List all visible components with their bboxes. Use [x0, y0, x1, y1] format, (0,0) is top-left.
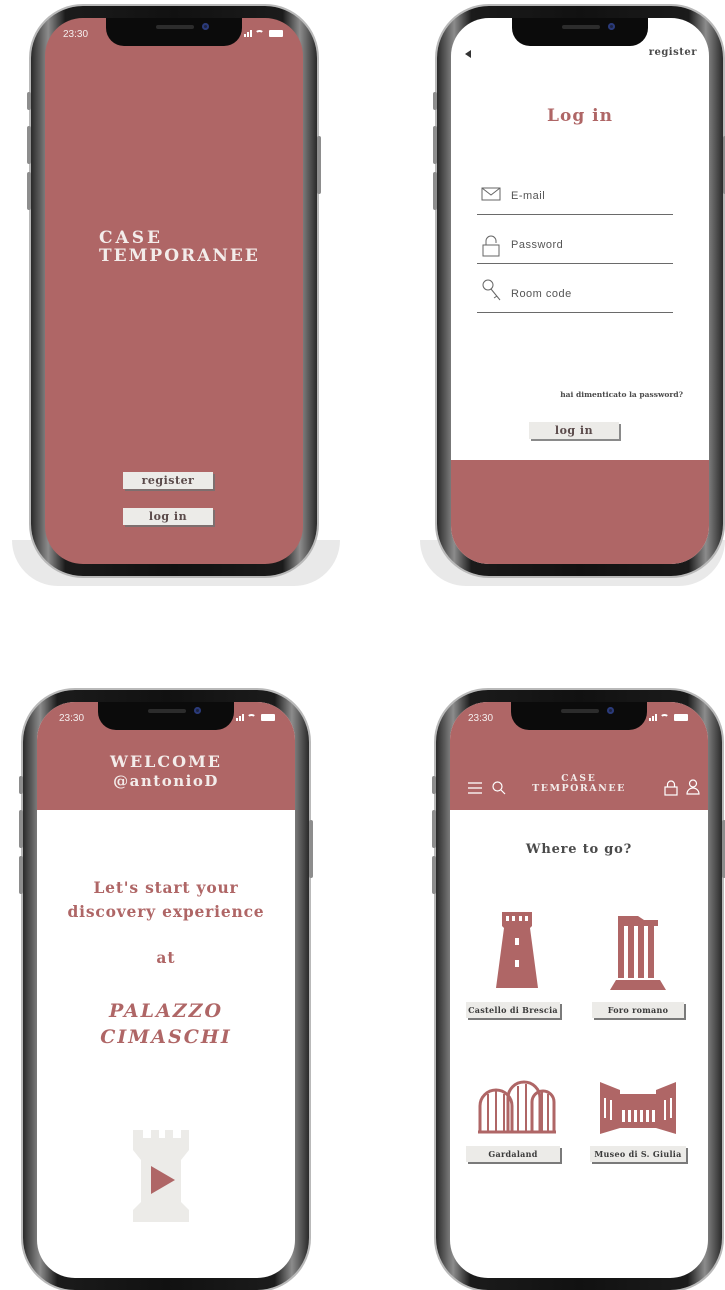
splash-screen: 23:30 CASE TEMPORANEE register log in	[45, 18, 303, 564]
status-time: 23:30	[63, 29, 89, 40]
explore-title: Where to go?	[525, 842, 633, 857]
register-button[interactable]: register	[123, 472, 213, 489]
status-icons	[649, 713, 688, 721]
password-placeholder: Password	[511, 239, 564, 251]
key-icon	[482, 279, 501, 301]
app-logo: CASE TEMPORANEE	[99, 230, 279, 265]
login-button[interactable]: log in	[123, 508, 213, 525]
back-arrow-icon[interactable]	[465, 50, 471, 58]
welcome-at: at	[156, 948, 176, 967]
place-label: Castello di Brescia	[466, 1002, 560, 1018]
phone-welcome: 23:30 WELCOME @antonioD Let's start your…	[19, 690, 313, 1290]
lock-icon	[482, 235, 500, 257]
battery-icon	[269, 30, 283, 37]
place-label: Gardaland	[466, 1146, 560, 1162]
login-screen: register Log in E-mail Password Room cod…	[451, 18, 709, 564]
welcome-greeting: WELCOME	[110, 752, 222, 771]
logo-line2: TEMPORANEE	[99, 246, 260, 266]
place-label: Foro romano	[592, 1002, 684, 1018]
place-card-foro[interactable]: Foro romano	[590, 912, 690, 1032]
login-footer-band	[451, 460, 709, 564]
status-icons	[236, 713, 275, 721]
forgot-password-link[interactable]: hai dimenticato la password?	[451, 390, 709, 399]
museum-cloister-icon	[600, 1082, 676, 1134]
wifi-icon	[660, 714, 669, 721]
mail-icon	[481, 187, 501, 201]
status-time: 23:30	[59, 713, 85, 724]
login-submit-button[interactable]: log in	[529, 422, 619, 439]
logo-line1: CASE	[99, 228, 163, 248]
phone-splash: 23:30 CASE TEMPORANEE register log in	[27, 6, 321, 576]
wifi-icon	[247, 714, 256, 721]
password-field[interactable]: Password	[477, 233, 673, 264]
battery-icon	[261, 714, 275, 721]
explore-screen: 23:30 CASE TEMPORANEE Where to go? Caste…	[450, 702, 708, 1278]
place-name-line1: PALAZZO	[108, 1000, 224, 1022]
email-placeholder: E-mail	[511, 190, 546, 202]
phone-login: register Log in E-mail Password Room cod…	[433, 6, 725, 576]
welcome-line1: Let's start your	[93, 878, 239, 897]
room-code-field[interactable]: Room code	[477, 279, 673, 313]
place-card-castello[interactable]: Castello di Brescia	[466, 912, 566, 1032]
roman-ruins-icon	[610, 916, 666, 990]
email-field[interactable]: E-mail	[477, 184, 673, 215]
battery-icon	[674, 714, 688, 721]
status-icons	[244, 29, 283, 37]
lock-icon[interactable]	[664, 780, 678, 796]
wifi-icon	[255, 30, 264, 37]
welcome-line2: discovery experience	[67, 902, 265, 921]
castle-tower-icon	[496, 912, 538, 988]
place-card-santa-giulia[interactable]: Museo di S. Giulia	[590, 1080, 690, 1180]
room-code-placeholder: Room code	[511, 288, 572, 300]
roller-coaster-icon	[478, 1080, 556, 1134]
login-title: Log in	[547, 106, 613, 126]
place-label: Museo di S. Giulia	[590, 1146, 686, 1162]
welcome-screen: 23:30 WELCOME @antonioD Let's start your…	[37, 702, 295, 1278]
tower-play-icon[interactable]	[131, 1130, 191, 1222]
place-name-line2: CIMASCHI	[100, 1026, 232, 1048]
place-card-gardaland[interactable]: Gardaland	[466, 1080, 566, 1180]
register-link[interactable]: register	[649, 47, 697, 58]
status-time: 23:30	[468, 713, 494, 724]
user-icon[interactable]	[686, 779, 700, 795]
welcome-username: @antonioD	[113, 772, 219, 790]
phone-explore: 23:30 CASE TEMPORANEE Where to go? Caste…	[432, 690, 725, 1290]
